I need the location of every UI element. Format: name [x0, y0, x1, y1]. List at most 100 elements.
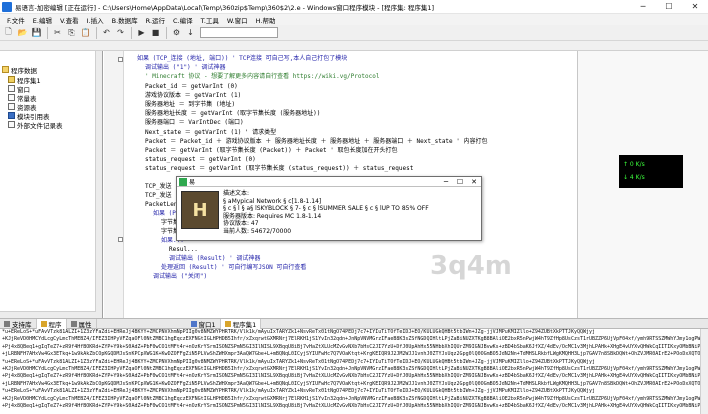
menu-insert[interactable]: I.插入 [83, 15, 108, 25]
output-line: +KJjReVD0HMCYdLcgCyLmcThMEBZ4/IFEZ3IHPyV… [2, 365, 708, 372]
menu-compile[interactable]: C.编译 [169, 15, 197, 25]
dialog-maximize-button[interactable]: ☐ [453, 177, 467, 187]
dialog-close-button[interactable]: ✕ [467, 177, 481, 187]
code-line[interactable]: status_request ＝ getVarInt (取字节集长度 (stat… [145, 165, 413, 173]
tree-item-external-files[interactable]: 外部文件记录表 [8, 120, 63, 130]
code-line[interactable]: Packet ＝ getVarInt (取字节集长度 (Packet)) ＋ P… [145, 147, 398, 155]
menu-bar: F.文件 E.编辑 V.查看 I.插入 B.数据库 R.运行 C.编译 T.工具… [0, 14, 708, 25]
output-line: +Pj4x8QBeq1+gIqTeZ7+zR9f4HfBOKRd+ZYP+Y9k… [2, 402, 708, 409]
code-line[interactable]: status_request ＝ getVarInt (0) [145, 156, 256, 164]
output-panel[interactable]: *u+EReLoS+*uFAvVTzk81ALZI+1Z3zYFaZdi+EHR… [0, 329, 708, 414]
open-file-icon[interactable]: 📂 [16, 26, 29, 39]
output-line: +jLRBNFH7AHxVw4Gx3ETkq+1w9kAkZbCOpKGQDMJ… [2, 380, 708, 387]
cut-icon[interactable]: ✂ [51, 26, 64, 39]
module-icon [8, 112, 15, 119]
tab-support-library[interactable]: 支持库 [0, 318, 37, 329]
new-file-icon[interactable]: 🗋 [2, 26, 15, 39]
menu-window[interactable]: W.窗口 [223, 15, 252, 25]
menu-tools[interactable]: T.工具 [197, 15, 223, 25]
toolbar: 🗋 📂 💾 ✂ ⎘ 📋 ↶ ↷ ▶ ■ ⚙ ↓ [0, 25, 708, 41]
app-icon [179, 177, 187, 186]
maximize-button[interactable]: ☐ [656, 0, 682, 14]
code-line[interactable]: Packet ＝ Packet_id ＋ 游戏协议版本 ＋ 服务器地址长度 ＋ … [145, 138, 488, 146]
code-line[interactable]: 如果 (TCP_连接 (地址, 端口)) ' TCP连接 可自己写,本人自己打包… [137, 55, 347, 63]
window-icon [190, 320, 197, 327]
horizontal-scrollbar[interactable] [0, 311, 96, 318]
toolbar-separator [47, 26, 48, 39]
menu-database[interactable]: B.数据库 [108, 15, 142, 25]
output-line: +Pj4x8QBeq1+gIqTeZ7+zR9f4HfBOKRd+ZYP+Y9k… [2, 343, 708, 350]
dialog-minimize-button[interactable]: ─ [439, 177, 453, 187]
watermark-logo: 3q4m [430, 251, 512, 281]
server-icon: H [181, 191, 219, 229]
folder-icon [2, 66, 9, 73]
download-speed: ↓ 4 K/s [623, 174, 645, 181]
fold-toggle-icon[interactable] [118, 237, 123, 242]
copy-icon[interactable]: ⎘ [65, 26, 78, 39]
project-tree-panel: 程序数据 程序集1 窗口 常量表 资源表 模块引用表 外部文件记录表 [0, 51, 103, 318]
menu-help[interactable]: H.帮助 [252, 15, 280, 25]
output-line: +KJjReVD0HMCYdLcgCyLmcThMEBZ4/IFEZ3IHPyV… [2, 336, 708, 343]
paste-icon[interactable]: 📋 [79, 26, 92, 39]
tab-label: 支持库 [12, 320, 32, 329]
code-line[interactable]: Resul... [169, 246, 198, 254]
code-line[interactable]: 调试输出 ("1") ' 调试神器 [145, 64, 226, 72]
properties-icon [70, 320, 77, 327]
tab-program[interactable]: 程序 [36, 318, 67, 329]
server-version: 服务器版本: Requires MC 1.8-1.14 [223, 212, 322, 220]
resource-icon [8, 103, 15, 110]
upload-speed: ↑ 0 K/s [623, 161, 645, 168]
close-button[interactable]: ✕ [682, 0, 708, 14]
code-line[interactable]: 服务器地址长度 ＝ getVarInt (取字节集长度 (服务器地址)) [145, 110, 320, 118]
stop-icon[interactable]: ■ [149, 26, 162, 39]
code-line[interactable]: 调试输出 (Result) ' 调试神器 [169, 255, 260, 263]
redo-icon[interactable]: ↷ [114, 26, 127, 39]
protocol-version: 协议版本: 47 [223, 220, 259, 227]
menu-run[interactable]: R.运行 [142, 15, 169, 25]
menu-edit[interactable]: E.编辑 [29, 15, 56, 25]
tab-label: 窗口1 [198, 320, 216, 329]
vertical-scrollbar[interactable] [95, 51, 102, 318]
undo-icon[interactable]: ↶ [100, 26, 113, 39]
code-line[interactable]: ' Minecraft 协议 - 想要了解更多内容请自行查看 https://w… [145, 73, 380, 81]
tree-item-label: 程序数据 [11, 66, 37, 75]
app-logo-icon [2, 1, 12, 12]
debug-icon[interactable]: ⚙ [170, 26, 183, 39]
menu-file[interactable]: F.文件 [3, 15, 29, 25]
window-icon [8, 85, 15, 92]
code-line[interactable]: 游戏协议版本 ＝ getVarInt (1) [145, 92, 241, 100]
output-line: +jLRBNFH7AHxVw4Gx3ETkq+1w9kAkZbCOpKGQDMJ… [2, 351, 708, 358]
run-icon[interactable]: ▶ [135, 26, 148, 39]
dialog-body: H 描述文本: § aMypical Network § c[1.8-1.14]… [177, 187, 481, 241]
file-icon [8, 121, 15, 128]
right-panel: ↑ 0 K/s ↓ 4 K/s [577, 51, 708, 318]
code-line[interactable]: 服务器地址 ＝ 到字节集 (地址) [145, 101, 235, 109]
player-count: 当前人数: 54672/70000 [223, 227, 292, 235]
tab-label: 属性 [78, 320, 92, 329]
dialog-text: 描述文本: § aMypical Network § c[1.8-1.14] §… [223, 187, 481, 241]
code-line[interactable]: Next_state ＝ getVarInt (1) ' 请求类型 [145, 129, 276, 137]
code-line[interactable]: Packet_id ＝ getVarInt (0) [145, 83, 238, 91]
code-line[interactable]: 处理返回 (Result) ' 可自行编写JSON 可自行查看 [161, 264, 306, 272]
output-line: +KJjReVD0HMCYdLcgCyLmcThMEBZ4/IFEZ3IHPyV… [2, 395, 708, 402]
output-scrollbar[interactable] [700, 329, 708, 414]
save-icon[interactable]: 💾 [30, 26, 43, 39]
server-info-dialog: 易 ─ ☐ ✕ H 描述文本: § aMypical Network § c[1… [176, 176, 482, 241]
title-bar: 易语言-加密编辑 [正在运行] - C:\Users\Home\AppData\… [0, 0, 708, 14]
step-icon[interactable]: ↓ [184, 26, 197, 39]
table-icon [8, 94, 15, 101]
program-icon [224, 320, 231, 327]
dialog-title-bar: 易 ─ ☐ ✕ [177, 177, 481, 187]
fold-toggle-icon[interactable] [118, 57, 123, 62]
menu-view[interactable]: V.查看 [56, 15, 83, 25]
tab-properties[interactable]: 属性 [67, 318, 97, 329]
tab-assembly1[interactable]: 程序集1 [220, 318, 262, 329]
minimize-button[interactable]: ─ [630, 0, 656, 14]
editor-tab-strip [0, 41, 708, 51]
tree-item-program-data[interactable]: 程序数据 [2, 65, 37, 75]
code-line[interactable]: 服务器端口 ＝ VarIntDec (端口) [145, 119, 244, 127]
code-line[interactable]: 调试输出 ("关闭") [153, 273, 207, 281]
assembly-icon [8, 76, 15, 83]
toolbar-combo-box[interactable] [200, 27, 278, 38]
tab-window1[interactable]: 窗口1 [187, 318, 221, 329]
